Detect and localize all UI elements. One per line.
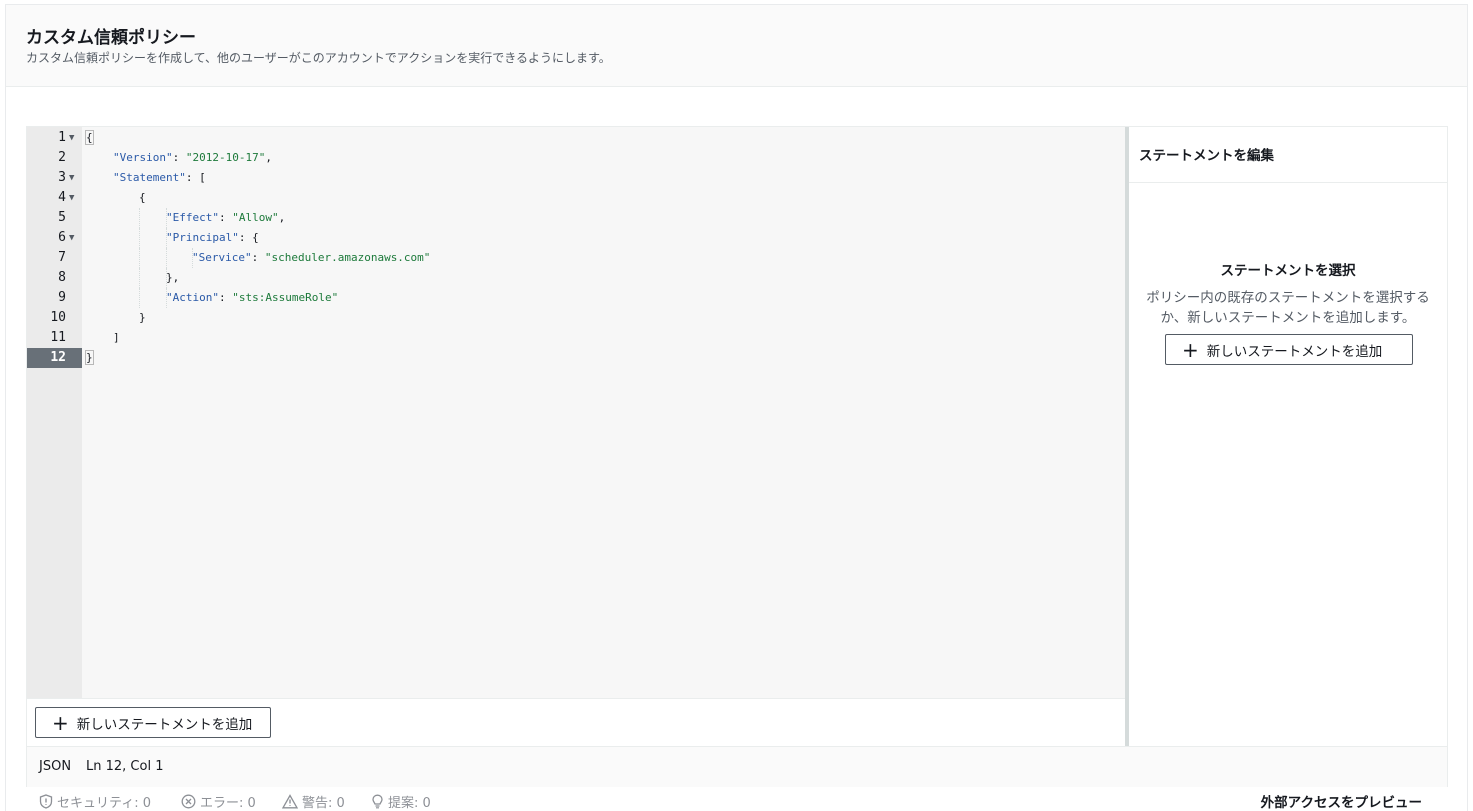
line-number: 6 ▼ [27, 228, 82, 248]
code-line: "Action": "sts:AssumeRole" [166, 291, 339, 304]
code-line: "Service": "scheduler.amazonaws.com" [192, 251, 431, 264]
code-line: "Version": "2012-10-17", [113, 151, 272, 164]
errors-check[interactable]: エラー: 0 [181, 792, 256, 811]
code-line: "Statement": [ [113, 171, 206, 184]
language-mode: JSON [39, 759, 72, 774]
select-statement-title: ステートメントを選択 [1220, 263, 1356, 279]
panel-title: カスタム信頼ポリシー [26, 28, 196, 48]
side-add-statement-button[interactable]: + 新しいステートメントを追加 [1165, 334, 1413, 365]
code-text-area[interactable]: { "Version": "2012-10-17", "Statement": … [82, 127, 1125, 698]
line-number: 1 ▼ [27, 128, 82, 148]
line-number: 11 [50, 330, 66, 345]
shield-icon [39, 794, 53, 809]
line-number: 9 [58, 290, 66, 305]
cursor-position: Ln 12, Col 1 [86, 759, 164, 774]
select-statement-description: ポリシー内の既存のステートメントを選択するか、新しいステートメントを追加します。 [1146, 290, 1430, 326]
plus-icon: + [1182, 337, 1199, 362]
fold-arrow-icon[interactable]: ▼ [69, 228, 74, 248]
editor-status-bar: JSON Ln 12, Col 1 [27, 746, 1447, 787]
lightbulb-icon [372, 794, 383, 809]
code-line: ] [113, 331, 120, 344]
warnings-count: 警告: 0 [302, 796, 345, 811]
preview-external-access-button[interactable]: 外部アクセスをプレビュー [1261, 791, 1422, 811]
warnings-check[interactable]: 警告: 0 [282, 792, 345, 811]
code-line: } [139, 311, 146, 324]
line-number-gutter: 1 ▼ 2 3 ▼ 4 ▼ 5 6 ▼ 7 8 9 10 11 12 [27, 127, 82, 698]
plus-icon: + [52, 710, 69, 735]
panel-description: カスタム信頼ポリシーを作成して、他のユーザーがこのアカウントでアクションを実行で… [26, 51, 611, 65]
code-line: "Principal": { [166, 231, 259, 244]
code-line: } [85, 350, 94, 365]
suggestions-check[interactable]: 提案: 0 [371, 792, 431, 811]
code-line: }, [166, 271, 180, 284]
line-number: 10 [50, 310, 66, 325]
code-line: { [85, 130, 94, 145]
line-number: 8 [58, 270, 66, 285]
side-add-statement-label: 新しいステートメントを追加 [1206, 343, 1383, 360]
suggestions-count: 提案: 0 [388, 796, 431, 811]
edit-statement-title: ステートメントを編集 [1139, 148, 1274, 164]
add-statement-button[interactable]: + 新しいステートメントを追加 [35, 707, 272, 738]
security-count: セキュリティ: 0 [57, 796, 152, 811]
fold-arrow-icon[interactable]: ▼ [69, 128, 74, 148]
line-number: 3 ▼ [27, 168, 82, 188]
line-number: 7 [58, 250, 66, 265]
edit-statement-panel: ステートメントを編集 ステートメントを選択 ポリシー内の既存のステートメントを選… [1129, 127, 1447, 746]
fold-arrow-icon[interactable]: ▼ [69, 168, 74, 188]
line-number-active: 12 [27, 348, 82, 368]
policy-check-bar: セキュリティ: 0 エラー: 0 警告: 0 提案: 0 外部アクセスをプレビュ… [26, 788, 1448, 811]
panel-header: カスタム信頼ポリシー カスタム信頼ポリシーを作成して、他のユーザーがこのアカウン… [6, 5, 1467, 87]
add-statement-label: 新しいステートメントを追加 [76, 716, 253, 733]
code-line: { [139, 191, 146, 204]
warning-triangle-icon [282, 794, 298, 809]
code-line: "Effect": "Allow", [166, 211, 286, 224]
error-circle-icon [181, 794, 196, 809]
line-number: 5 [58, 210, 66, 225]
edit-statement-header: ステートメントを編集 [1129, 127, 1447, 183]
security-check[interactable]: セキュリティ: 0 [39, 792, 151, 811]
editor-footer: + 新しいステートメントを追加 [27, 698, 1125, 746]
line-number: 4 ▼ [27, 188, 82, 208]
fold-arrow-icon[interactable]: ▼ [69, 188, 74, 208]
line-number: 2 [58, 150, 66, 165]
errors-count: エラー: 0 [200, 796, 256, 811]
policy-editor: 1 ▼ 2 3 ▼ 4 ▼ 5 6 ▼ 7 8 9 10 11 12 { "Versio… [26, 126, 1448, 787]
